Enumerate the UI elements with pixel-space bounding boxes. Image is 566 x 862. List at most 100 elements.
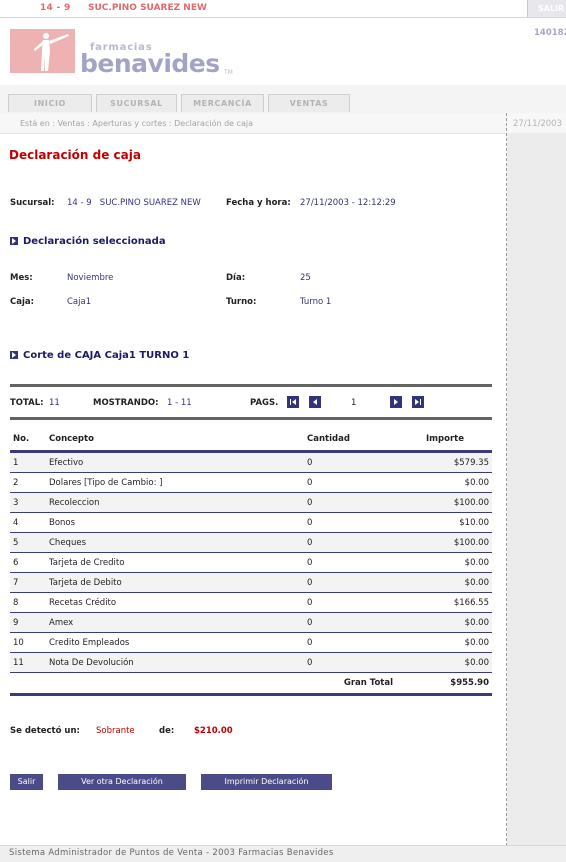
row-no: 4: [10, 512, 49, 533]
tab-inicio[interactable]: INICIO: [8, 94, 92, 112]
page-title: Declaración de caja: [9, 148, 141, 162]
row-cantidad: 0: [307, 472, 399, 493]
row-cantidad: 0: [307, 572, 399, 593]
brand-logo[interactable]: farmacias benavides TM: [10, 29, 235, 78]
logo-figure-icon: [10, 29, 75, 73]
detection-de-label: de:: [159, 726, 175, 736]
fecha-label: Fecha y hora:: [226, 198, 291, 208]
table-row: 4 Bonos 0 $10.00: [10, 512, 492, 533]
right-panel: [507, 133, 566, 850]
col-cantidad-header: Cantidad: [307, 434, 350, 444]
mes-label: Mes:: [10, 273, 33, 283]
showing-label: MOSTRANDO:: [93, 398, 159, 408]
turno-label: Turno:: [226, 297, 257, 307]
row-concepto: Bonos: [49, 512, 307, 533]
corte-heading-text: Corte de CAJA Caja1 TURNO 1: [23, 350, 190, 361]
dia-label: Día:: [226, 273, 246, 283]
row-cantidad: 0: [307, 632, 399, 653]
showing-value: 1 - 11: [167, 398, 192, 408]
table-row: 1 Efectivo 0 $579.35: [10, 450, 492, 473]
caja-value: Caja1: [67, 297, 92, 307]
row-importe: $0.00: [399, 572, 492, 593]
row-concepto: Tarjeta de Credito: [49, 552, 307, 573]
row-no: 2: [10, 472, 49, 493]
row-concepto: Cheques: [49, 532, 307, 553]
row-concepto: Tarjeta de Debito: [49, 572, 307, 593]
session-code: 140182: [534, 28, 566, 38]
table-row: 5 Cheques 0 $100.00: [10, 532, 492, 553]
col-importe-header: Importe: [426, 434, 464, 444]
total-label: TOTAL:: [10, 398, 44, 408]
caja-label: Caja:: [10, 297, 35, 307]
row-importe: $0.00: [399, 472, 492, 493]
col-no-header: No.: [13, 434, 30, 444]
prev-page-icon[interactable]: [309, 396, 321, 408]
sucursal-label: Sucursal:: [10, 198, 55, 208]
next-page-icon[interactable]: [390, 396, 402, 408]
row-importe: $100.00: [399, 532, 492, 553]
table-row: 8 Recetas Crédito 0 $166.55: [10, 592, 492, 613]
row-no: 9: [10, 612, 49, 633]
branch-code: 14 - 9: [40, 3, 71, 13]
top-bar: 14 - 9 SUC.PINO SUAREZ NEW SALIR: [0, 0, 566, 18]
row-concepto: Recetas Crédito: [49, 592, 307, 613]
row-concepto: Nota De Devolución: [49, 652, 307, 673]
dia-value: 25: [300, 273, 311, 283]
header-date: 27/11/2003: [513, 119, 562, 129]
corte-heading: Corte de CAJA Caja1 TURNO 1: [10, 350, 189, 361]
detection-type: Sobrante: [96, 726, 135, 736]
exit-button[interactable]: Salir: [10, 774, 43, 790]
row-no: 10: [10, 632, 49, 653]
row-importe: $0.00: [399, 612, 492, 633]
logo-trademark: TM: [224, 69, 233, 76]
row-no: 1: [10, 450, 49, 473]
row-no: 8: [10, 592, 49, 613]
row-importe: $0.00: [399, 552, 492, 573]
mes-value: Noviembre: [67, 273, 114, 283]
top-exit-button[interactable]: SALIR: [528, 0, 566, 17]
footer-text: Sistema Administrador de Puntos de Venta…: [9, 848, 334, 858]
logo-big-text: benavides: [80, 49, 220, 78]
row-cantidad: 0: [307, 492, 399, 513]
table-header-row: No. Concepto Cantidad Importe: [10, 428, 492, 452]
table-row: 7 Tarjeta de Debito 0 $0.00: [10, 572, 492, 593]
col-concepto-header: Concepto: [49, 434, 94, 444]
row-concepto: Amex: [49, 612, 307, 633]
row-concepto: Efectivo: [49, 450, 307, 473]
grand-total-row: Gran Total $955.90: [10, 672, 492, 696]
last-page-icon[interactable]: [412, 396, 424, 408]
print-declaration-button[interactable]: Imprimir Declaración: [201, 774, 332, 790]
paging-rule: [10, 417, 492, 420]
table-row: 2 Dolares [Tipo de Cambio: ] 0 $0.00: [10, 472, 492, 493]
selected-heading: Declaración seleccionada: [10, 236, 166, 247]
row-concepto: Recoleccion: [49, 492, 307, 513]
row-importe: $0.00: [399, 632, 492, 653]
row-concepto: Credito Empleados: [49, 632, 307, 653]
view-other-declaration-button[interactable]: Ver otra Declaración: [58, 774, 186, 790]
row-cantidad: 0: [307, 532, 399, 553]
branch-name: SUC.PINO SUAREZ NEW: [88, 3, 207, 13]
table-row: 6 Tarjeta de Credito 0 $0.00: [10, 552, 492, 573]
table-row: 3 Recoleccion 0 $100.00: [10, 492, 492, 513]
grand-total-value: $955.90: [399, 672, 492, 696]
table-row: 9 Amex 0 $0.00: [10, 612, 492, 633]
row-importe: $100.00: [399, 492, 492, 513]
row-cantidad: 0: [307, 612, 399, 633]
row-no: 11: [10, 652, 49, 673]
row-cantidad: 0: [307, 652, 399, 673]
total-value: 11: [49, 398, 60, 408]
row-importe: $166.55: [399, 592, 492, 613]
row-importe: $0.00: [399, 652, 492, 673]
tab-ventas[interactable]: VENTAS: [268, 94, 350, 112]
row-cantidad: 0: [307, 512, 399, 533]
table-row: 10 Credito Empleados 0 $0.00: [10, 632, 492, 653]
table-row: 11 Nota De Devolución 0 $0.00: [10, 652, 492, 673]
top-rule: [10, 384, 492, 387]
grand-total-label: Gran Total: [307, 672, 399, 696]
first-page-icon[interactable]: [287, 396, 299, 408]
detection-amount: $210.00: [194, 726, 233, 736]
row-cantidad: 0: [307, 450, 399, 473]
tab-sucursal[interactable]: SUCURSAL: [96, 94, 177, 112]
tab-mercancia[interactable]: MERCANCÍA: [181, 94, 264, 112]
breadcrumb: Está en : Ventas : Aperturas y cortes : …: [20, 119, 254, 128]
